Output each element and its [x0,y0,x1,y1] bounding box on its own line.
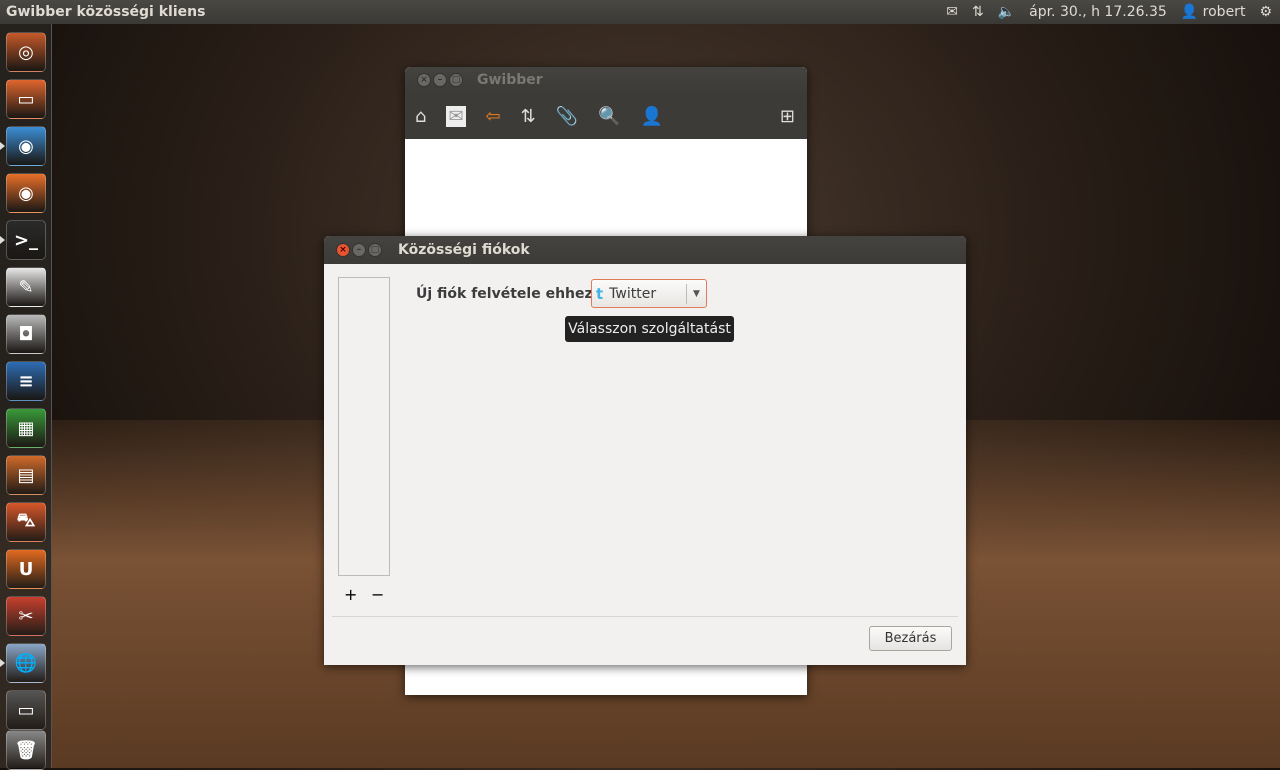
dialog-titlebar: × – □ Közösségi fiókok [324,236,966,264]
maximize-button[interactable]: □ [449,73,463,87]
launcher-screenshot[interactable]: ◘ [6,314,46,354]
launcher-chrome[interactable]: ◉ [6,126,46,166]
running-indicator [0,236,5,244]
replies-icon[interactable]: ⇦ [486,106,501,127]
search-icon[interactable]: 🔍 [598,106,620,127]
launcher-impress[interactable]: ▤ [6,455,46,495]
running-indicator [0,142,5,150]
trash-icon: 🗑 [14,739,38,761]
mail-icon[interactable]: ✉ [946,4,958,20]
home-icon[interactable]: ⌂ [415,106,426,127]
user-menu[interactable]: 👤 robert [1181,4,1246,20]
launcher-trash[interactable]: 🗑 [6,730,46,770]
network-icon[interactable]: ⇅ [972,4,984,20]
close-dialog-button[interactable]: Bezárás [869,626,952,651]
launcher-system-settings[interactable]: ✂ [6,596,46,636]
chevron-down-icon: ▼ [686,283,706,304]
launcher-terminal[interactable]: >_ [6,220,46,260]
maximize-button[interactable]: □ [368,243,382,257]
launcher: ◎ ▭ ◉ ◉ >_ ✎ ◘ ≡ ▦ ▤ ⛍ U ✂ 🌐 ▭ 🗑 [0,24,52,770]
system-settings-icon: ✂ [18,605,34,627]
screenshot-icon: ◘ [18,323,34,345]
launcher-files[interactable]: ▭ [6,79,46,119]
tooltip: Válasszon szolgáltatást [565,316,734,342]
launcher-software-center[interactable]: ⛍ [6,502,46,542]
writer-icon: ≡ [18,370,34,392]
clock[interactable]: ápr. 30., h 17.26.35 [1029,4,1167,20]
terminal-icon: >_ [13,229,39,251]
calc-icon: ▦ [17,417,35,439]
minimize-button[interactable]: – [352,243,366,257]
close-button[interactable]: × [336,243,350,257]
firefox-icon: ◉ [18,182,34,204]
minimize-button[interactable]: – [433,73,447,87]
service-select[interactable]: t Twitter ▼ [591,279,707,308]
compose-icon[interactable]: ⊞ [780,106,795,127]
launcher-text-editor[interactable]: ✎ [6,267,46,307]
top-panel: Gwibber közösségi kliens ✉ ⇅ 🔈 ápr. 30.,… [0,0,1280,24]
dialog-title: Közösségi fiókok [398,242,530,258]
software-center-icon: ⛍ [16,510,36,531]
files-icon: ▭ [17,88,35,110]
launcher-calc[interactable]: ▦ [6,408,46,448]
gwibber-toolbar: ⌂ ✉ ⇦ ⇅ 📎 🔍 👤 ⊞ [405,93,807,139]
impress-icon: ▤ [17,464,35,486]
window-title: Gwibber [477,72,543,88]
remove-account-button[interactable]: − [371,585,384,604]
launcher-gwibber[interactable]: 🌐 [6,643,46,683]
user-icon[interactable]: 👤 [641,106,663,127]
gwibber-titlebar: × – □ Gwibber [405,67,807,93]
volume-icon[interactable]: 🔈 [998,4,1015,20]
power-icon[interactable]: ⚙ [1259,4,1272,20]
messages-icon[interactable]: ✉ [446,105,466,127]
launcher-firefox[interactable]: ◉ [6,173,46,213]
app-title: Gwibber közösségi kliens [6,4,206,20]
accounts-list[interactable] [338,277,390,576]
add-account-button[interactable]: + [344,585,357,604]
user-icon: 👤 [1180,4,1199,20]
chrome-icon: ◉ [18,135,34,157]
text-editor-icon: ✎ [18,276,34,298]
close-button[interactable]: × [417,73,431,87]
service-value: Twitter [609,285,657,302]
ubuntu-home-icon: ◎ [18,41,34,63]
workspaces-icon: ▭ [17,699,35,721]
add-account-label: Új fiók felvétele ehhez: [416,286,599,302]
gwibber-icon: 🌐 [14,652,38,674]
divider [332,616,958,617]
running-indicator [0,659,5,667]
retweet-icon[interactable]: ⇅ [521,106,536,127]
launcher-workspaces[interactable]: ▭ [6,690,46,730]
twitter-icon: t [596,284,604,303]
attachment-icon[interactable]: 📎 [556,106,578,127]
user-name: robert [1202,4,1246,20]
ubuntu-one-icon: U [18,558,34,580]
launcher-ubuntu-home[interactable]: ◎ [6,32,46,72]
launcher-writer[interactable]: ≡ [6,361,46,401]
launcher-ubuntu-one[interactable]: U [6,549,46,589]
